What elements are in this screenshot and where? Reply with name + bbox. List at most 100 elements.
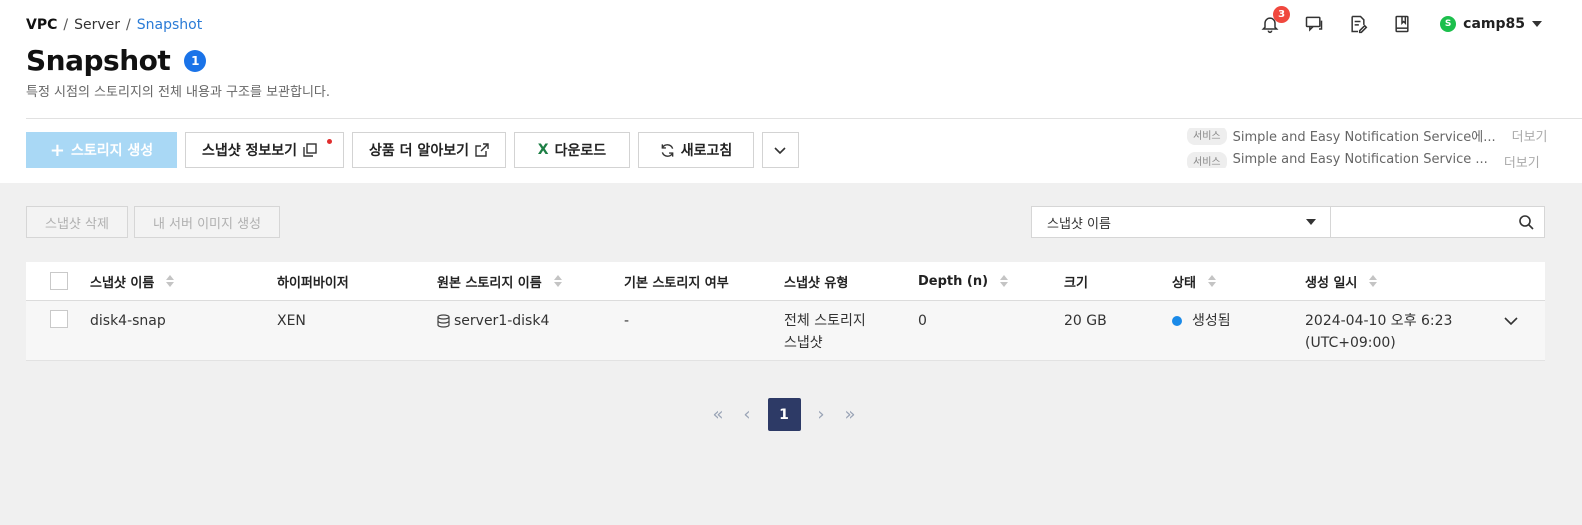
cell-size: 20 GB [1064, 313, 1107, 329]
snapshot-table: 스냅샷 이름 하이퍼바이저 원본 스토리지 이름 기본 스토리지 여부 스냅샷 … [26, 262, 1545, 361]
note-edit-icon[interactable] [1346, 12, 1370, 36]
chevron-down-icon [774, 147, 787, 155]
cell-depth: 0 [918, 313, 927, 329]
caret-down-icon [1532, 21, 1542, 27]
column-label: 상태 [1172, 275, 1196, 291]
column-header-status[interactable]: 상태 [1172, 262, 1216, 300]
table-body: disk4-snap XEN server1-disk4 - 전체 스토리지 스… [26, 301, 1545, 361]
header-divider [26, 118, 1582, 119]
notification-count: 3 [1273, 6, 1291, 23]
learn-more-label: 상품 더 알아보기 [369, 143, 469, 159]
ticker-link[interactable]: 더보기 [1504, 152, 1540, 168]
created-timezone: (UTC+09:00) [1305, 335, 1396, 351]
prev-page-icon[interactable]: ‹ [733, 398, 762, 431]
breadcrumb-current[interactable]: Snapshot [137, 17, 202, 33]
column-label: 원본 스토리지 이름 [437, 275, 542, 291]
column-header-created[interactable]: 생성 일시 [1305, 262, 1378, 300]
next-page-icon[interactable]: › [807, 398, 836, 431]
delete-snapshot-button[interactable]: 스냅샷 삭제 [26, 206, 128, 238]
column-label: 생성 일시 [1305, 275, 1358, 291]
info-badge[interactable]: 1 [184, 49, 207, 72]
last-page-icon[interactable]: » [836, 398, 865, 431]
search-field-value: 스냅샷 이름 [1047, 216, 1111, 232]
column-header-hypervisor: 하이퍼바이저 [277, 262, 349, 300]
column-label: 크기 [1064, 275, 1088, 291]
new-indicator [327, 139, 333, 144]
table-row[interactable]: disk4-snap XEN server1-disk4 - 전체 스토리지 스… [26, 301, 1545, 361]
column-header-name[interactable]: 스냅샷 이름 [90, 262, 175, 300]
search-bar: 스냅샷 이름 [1031, 206, 1545, 238]
sort-icon[interactable] [1000, 275, 1009, 287]
page-title: Snapshot [26, 44, 171, 77]
create-server-image-button[interactable]: 내 서버 이미지 생성 [133, 206, 281, 238]
search-input[interactable] [1331, 207, 1518, 237]
ticker-text: Simple and Easy Notification Service ... [1232, 152, 1488, 167]
ticker-item[interactable]: 서비스 Simple and Easy Notification Service… [1187, 128, 1547, 145]
refresh-label: 새로고침 [680, 143, 733, 159]
column-label: 하이퍼바이저 [277, 275, 349, 291]
learn-more-button[interactable]: 상품 더 알아보기 [352, 132, 506, 168]
ticker-link[interactable]: 더보기 [1512, 128, 1547, 145]
sort-icon[interactable] [1369, 275, 1378, 287]
title-row: Snapshot 1 [26, 44, 207, 77]
type-line: 전체 스토리지 [784, 313, 866, 329]
download-button[interactable]: X 다운로드 [513, 132, 630, 168]
sort-icon[interactable] [553, 275, 562, 287]
column-header-depth[interactable]: Depth (n) [918, 262, 1009, 300]
notice-ticker[interactable]: 서비스 Simple and Easy Notification Service… [1187, 128, 1547, 168]
page-button[interactable]: 1 [767, 398, 801, 431]
type-line: 스냅샷 [784, 335, 823, 351]
search-icon[interactable] [1518, 214, 1534, 230]
ticker-item[interactable]: 서비스 Simple and Easy Notification Service… [1187, 152, 1540, 168]
select-all-cell [50, 262, 68, 300]
top-panel: VPC / Server / Snapshot Snapshot 1 특정 시점… [0, 0, 1582, 183]
cell-hypervisor: XEN [277, 313, 306, 329]
first-page-icon[interactable]: « [704, 398, 733, 431]
ticker-tag: 서비스 [1187, 152, 1227, 168]
column-header-type: 스냅샷 유형 [784, 262, 848, 300]
breadcrumb-server[interactable]: Server [74, 17, 120, 33]
more-options-button[interactable] [761, 132, 799, 168]
cell-source: server1-disk4 [437, 301, 549, 360]
plus-icon: + [49, 139, 65, 161]
table-header: 스냅샷 이름 하이퍼바이저 원본 스토리지 이름 기본 스토리지 여부 스냅샷 … [26, 262, 1545, 301]
user-menu[interactable]: S camp85 [1440, 16, 1542, 32]
sort-icon[interactable] [166, 275, 175, 287]
breadcrumb-vpc[interactable]: VPC [26, 17, 57, 33]
cell-status: 생성됨 [1172, 301, 1231, 360]
snapshot-info-label: 스냅샷 정보보기 [202, 143, 298, 159]
ticker-text: Simple and Easy Notification Service에... [1232, 130, 1496, 145]
column-label: Depth (n) [918, 273, 989, 289]
column-label: 기본 스토리지 여부 [624, 275, 729, 291]
chevron-down-icon[interactable] [1503, 313, 1519, 329]
refresh-button[interactable]: 새로고침 [637, 132, 754, 168]
breadcrumb: VPC / Server / Snapshot [26, 17, 202, 33]
cell-type: 전체 스토리지 스냅샷 [784, 301, 866, 360]
column-header-size: 크기 [1064, 262, 1088, 300]
book-icon[interactable] [1390, 12, 1414, 36]
sort-icon[interactable] [1207, 275, 1216, 287]
snapshot-info-button[interactable]: 스냅샷 정보보기 [185, 132, 345, 168]
search-field-select[interactable]: 스냅샷 이름 [1032, 207, 1331, 237]
bell-icon[interactable]: 3 [1258, 6, 1291, 36]
ticker-tag: 서비스 [1187, 128, 1227, 145]
external-link-icon [475, 143, 489, 157]
excel-icon: X [537, 142, 549, 158]
row-checkbox[interactable] [50, 310, 68, 328]
created-date: 2024-04-10 오후 6:23 [1305, 313, 1453, 329]
refresh-icon [661, 143, 674, 157]
chat-icon[interactable] [1302, 12, 1326, 36]
page-subtitle: 특정 시점의 스토리지의 전체 내용과 구조를 보관합니다. [26, 85, 331, 100]
avatar: S [1440, 16, 1457, 32]
caret-down-icon [1306, 219, 1316, 225]
breadcrumb-separator: / [126, 17, 131, 33]
column-header-source[interactable]: 원본 스토리지 이름 [437, 262, 562, 300]
select-all-checkbox[interactable] [50, 272, 68, 290]
username: camp85 [1463, 16, 1525, 32]
cell-default: - [624, 313, 630, 329]
create-storage-button[interactable]: + 스토리지 생성 [26, 132, 177, 168]
column-label: 스냅샷 유형 [784, 275, 849, 291]
cell-created: 2024-04-10 오후 6:23 (UTC+09:00) [1305, 301, 1452, 360]
create-storage-label: 스토리지 생성 [70, 143, 154, 159]
column-header-default: 기본 스토리지 여부 [624, 262, 729, 300]
